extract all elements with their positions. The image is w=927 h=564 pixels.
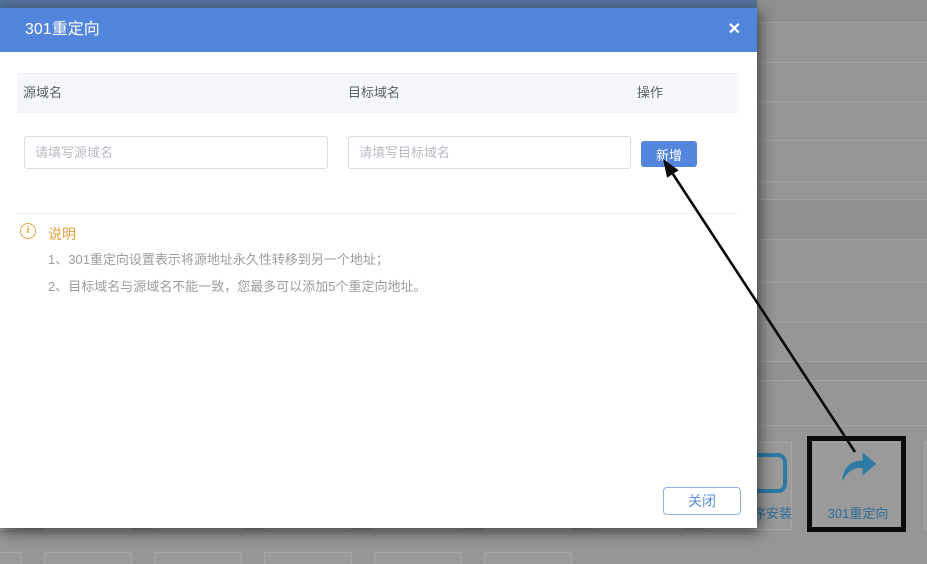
bg-row-divider (757, 62, 927, 63)
install-tile-label: 序安装 (753, 503, 792, 522)
notes-title: 说明 (48, 224, 76, 244)
bg-row-divider (757, 22, 927, 23)
bg-row-divider (757, 239, 927, 240)
bg-row-divider (757, 101, 927, 102)
bg-row-divider (757, 282, 927, 283)
bg-tile (44, 552, 132, 564)
bg-tile (484, 552, 572, 564)
notes-line-1: 1、301重定向设置表示将源地址永久性转移到另一个地址； (48, 249, 389, 268)
bg-row-divider (757, 140, 927, 141)
column-header-source-domain: 源域名 (23, 74, 62, 112)
bg-tile (264, 552, 352, 564)
bg-row-divider (757, 361, 927, 362)
notes-line-2: 2、目标域名与源域名不能一致，您最多可以添加5个重定向地址。 (48, 276, 426, 295)
bg-tile (0, 552, 22, 564)
bg-tile (374, 552, 462, 564)
bg-row-band (757, 0, 927, 22)
table-header-row: 源域名 目标域名 操作 (17, 73, 738, 113)
annotation-highlight-rect (807, 436, 906, 532)
target-domain-input[interactable] (348, 136, 631, 169)
redirect-301-modal: 301重定向 ✕ 源域名 目标域名 操作 新增 i 说明 1、301重定向设置表… (0, 8, 757, 528)
bg-tile (154, 552, 242, 564)
info-icon: i (20, 223, 36, 239)
add-button[interactable]: 新增 (641, 141, 697, 167)
modal-title: 301重定向 (25, 8, 100, 52)
column-header-action: 操作 (637, 74, 663, 112)
bg-row-band (757, 361, 927, 380)
column-header-target-domain: 目标域名 (348, 74, 400, 112)
page-root: 序安装 301重定向 301重定向 ✕ 源域名 目标域名 操作 新增 i 说明 … (0, 0, 927, 564)
background-header-strip (0, 0, 757, 8)
bg-row-divider (757, 380, 927, 381)
bg-row-divider (757, 425, 927, 426)
modal-header: 301重定向 ✕ (0, 8, 757, 52)
close-icon[interactable]: ✕ (728, 8, 741, 52)
source-domain-input[interactable] (24, 136, 328, 169)
close-button[interactable]: 关闭 (663, 487, 741, 515)
bg-row-divider (757, 199, 927, 200)
bg-row-divider (757, 322, 927, 323)
bg-row-band (757, 199, 927, 239)
section-divider (17, 213, 738, 214)
bg-row-divider (757, 181, 927, 182)
